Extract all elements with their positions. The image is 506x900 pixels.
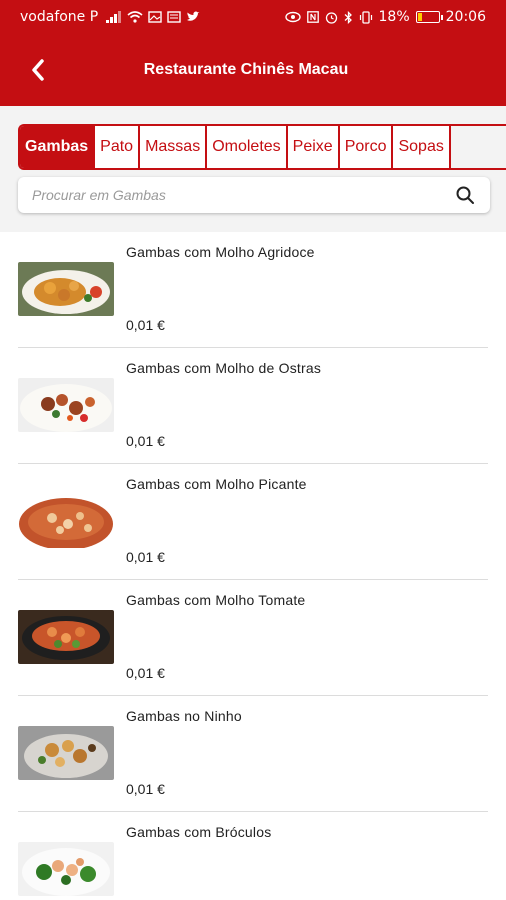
bluetooth-icon xyxy=(344,10,352,24)
vibrate-icon xyxy=(359,10,372,24)
tab-porco[interactable]: Porco xyxy=(339,126,394,168)
chevron-left-icon xyxy=(32,59,44,81)
search-button[interactable] xyxy=(454,184,476,206)
back-button[interactable] xyxy=(24,56,52,84)
signal-icon xyxy=(106,11,122,23)
item-name: Gambas com Molho Agridoce xyxy=(126,244,315,260)
item-name: Gambas no Ninho xyxy=(126,708,242,724)
clock: 20:06 xyxy=(445,9,486,25)
dish-photo xyxy=(18,378,114,432)
dish-photo xyxy=(18,842,114,896)
tab-pato[interactable]: Pato xyxy=(95,126,141,168)
list-item[interactable]: Gambas com Molho Tomate 0,01 € xyxy=(18,580,488,696)
item-price: 0,01 € xyxy=(126,433,165,449)
news-icon xyxy=(167,11,181,23)
category-tabs: Gambas Pato Massas Omoletes Peixe Porco … xyxy=(18,124,506,170)
eye-icon xyxy=(284,11,301,23)
item-name: Gambas com Molho de Ostras xyxy=(126,360,322,376)
battery-fill xyxy=(417,13,422,21)
list-item[interactable]: Gambas com Molho Agridoce 0,01 € xyxy=(18,232,488,348)
battery-percent: 18% xyxy=(378,9,410,25)
dish-photo xyxy=(18,726,114,780)
tab-massas[interactable]: Massas xyxy=(140,126,208,168)
dish-photo xyxy=(18,610,114,664)
tab-omoletes[interactable]: Omoletes xyxy=(207,126,288,168)
item-name: Gambas com Molho Picante xyxy=(126,476,307,492)
search-bar xyxy=(18,177,490,213)
battery-icon xyxy=(415,11,443,23)
item-price: 0,01 € xyxy=(126,549,165,565)
nfc-icon xyxy=(306,11,319,23)
status-bar: vodafone P 18% 20:06 xyxy=(0,0,506,34)
list-item[interactable]: Gambas no Ninho 0,01 € xyxy=(18,696,488,812)
item-name: Gambas com Bróculos xyxy=(126,824,272,840)
list-item[interactable]: Gambas com Bróculos xyxy=(18,812,488,900)
carrier-name: vodafone P xyxy=(20,9,99,25)
dish-photo xyxy=(18,262,114,316)
tab-peixe[interactable]: Peixe xyxy=(287,126,340,168)
wifi-icon xyxy=(127,11,143,23)
search-input[interactable] xyxy=(32,187,454,203)
item-price: 0,01 € xyxy=(126,317,165,333)
twitter-icon xyxy=(187,11,200,21)
menu-list: Gambas com Molho Agridoce 0,01 € Gambas … xyxy=(0,232,506,900)
search-icon xyxy=(456,186,474,204)
item-price: 0,01 € xyxy=(126,665,165,681)
list-item[interactable]: Gambas com Molho de Ostras 0,01 € xyxy=(18,348,488,464)
dish-photo xyxy=(18,494,114,548)
tab-sopas[interactable]: Sopas xyxy=(393,126,451,168)
list-item[interactable]: Gambas com Molho Picante 0,01 € xyxy=(18,464,488,580)
gallery-icon xyxy=(148,11,162,23)
page-title: Restaurante Chinês Macau xyxy=(143,61,349,78)
item-price: 0,01 € xyxy=(126,781,165,797)
item-name: Gambas com Molho Tomate xyxy=(126,592,306,608)
tab-gambas[interactable]: Gambas xyxy=(20,126,96,168)
app-bar: Restaurante Chinês Macau xyxy=(0,34,506,106)
alarm-icon xyxy=(325,11,337,24)
category-tabs-area: Gambas Pato Massas Omoletes Peixe Porco … xyxy=(0,106,506,232)
